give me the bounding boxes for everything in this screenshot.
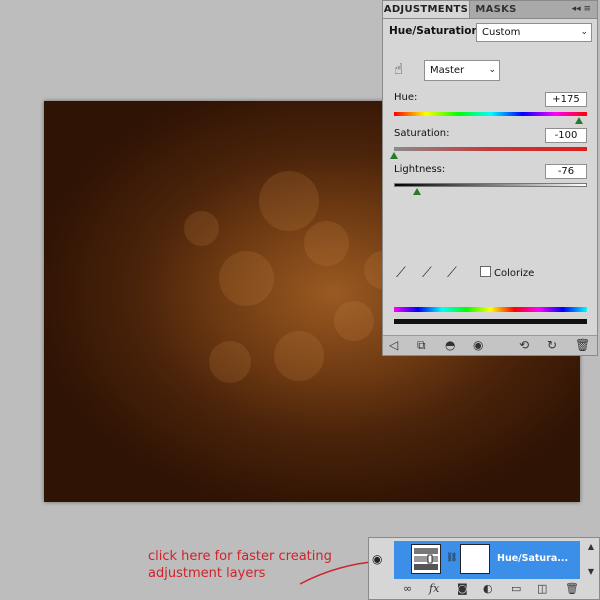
eyedropper-plus-icon[interactable]: ⟋ xyxy=(422,265,432,281)
eyedropper-icon[interactable]: ⟋ xyxy=(396,265,406,281)
lightness-value-input[interactable]: -76 xyxy=(545,164,587,179)
layers-panel: ◉ ⛓ Hue/Satura... ▲ ▼ ∞ fx ◙ ◐ ▭ ◫ 🗑 xyxy=(368,537,600,600)
adjustments-panel: ADJUSTMENTS MASKS ◂◂ ≡ Hue/Saturation Cu… xyxy=(382,0,598,356)
trash-icon[interactable]: 🗑 xyxy=(575,338,590,352)
chevron-down-icon: ⌄ xyxy=(580,27,588,37)
visibility-eye-icon[interactable]: ◉ xyxy=(473,338,483,352)
on-image-adjust-hand-icon[interactable]: ☝ xyxy=(394,60,403,78)
layers-bottom-toolbar: ∞ fx ◙ ◐ ▭ ◫ 🗑 xyxy=(369,580,599,599)
input-spectrum-bar xyxy=(394,307,587,312)
scroll-down-icon[interactable]: ▼ xyxy=(588,567,594,576)
layer-mask-thumbnail[interactable] xyxy=(460,544,490,574)
channel-select[interactable]: Master ⌄ xyxy=(424,60,500,81)
bokeh-light xyxy=(209,341,251,383)
bokeh-light xyxy=(259,171,319,231)
annotation-line-1: click here for faster creating xyxy=(148,549,332,564)
bokeh-light xyxy=(219,251,274,306)
delete-layer-icon[interactable]: 🗑 xyxy=(565,582,579,595)
bokeh-light xyxy=(184,211,219,246)
saturation-slider-track[interactable] xyxy=(394,147,587,151)
saturation-slider-thumb[interactable] xyxy=(390,152,398,159)
channel-value: Master xyxy=(430,65,465,76)
hue-value-input[interactable]: +175 xyxy=(545,92,587,107)
lightness-label: Lightness: xyxy=(394,164,446,175)
panel-tab-bar: ADJUSTMENTS MASKS ◂◂ ≡ xyxy=(383,1,597,19)
layer-visibility-eye-icon[interactable]: ◉ xyxy=(372,552,382,566)
lightness-slider-track[interactable] xyxy=(394,183,587,187)
bokeh-light xyxy=(304,221,349,266)
bokeh-light xyxy=(334,301,374,341)
checkbox-box xyxy=(480,266,491,277)
colorize-label: Colorize xyxy=(494,268,535,279)
scroll-up-icon[interactable]: ▲ xyxy=(588,542,594,551)
eyedropper-minus-icon[interactable]: ⟋ xyxy=(447,265,457,281)
reset-icon[interactable]: ↻ xyxy=(547,338,557,352)
fx-icon[interactable]: fx xyxy=(429,582,439,595)
colorize-checkbox[interactable]: Colorize xyxy=(480,266,534,279)
chevron-down-icon: ⌄ xyxy=(488,65,496,75)
preset-value: Custom xyxy=(482,27,521,38)
adjustment-layer-thumbnail xyxy=(411,544,441,574)
output-spectrum-bar xyxy=(394,319,587,324)
link-chain-icon[interactable]: ⛓ xyxy=(446,553,457,563)
layer-row-hue-saturation[interactable]: ⛓ Hue/Satura... xyxy=(394,541,580,579)
hue-slider-thumb[interactable] xyxy=(575,117,583,124)
bokeh-light xyxy=(274,331,324,381)
hue-label: Hue: xyxy=(394,92,418,103)
link-layers-icon[interactable]: ∞ xyxy=(403,582,412,595)
add-mask-icon[interactable]: ◙ xyxy=(457,582,468,595)
tab-masks[interactable]: MASKS xyxy=(471,1,521,18)
annotation-text: click here for faster creating adjustmen… xyxy=(148,548,332,582)
new-adjustment-layer-icon[interactable]: ◐ xyxy=(483,582,493,595)
view-previous-icon[interactable]: ⟲ xyxy=(519,338,529,352)
panel-menu-icon[interactable]: ◂◂ ≡ xyxy=(572,4,591,14)
lightness-slider-thumb[interactable] xyxy=(413,188,421,195)
tab-adjustments[interactable]: ADJUSTMENTS xyxy=(383,1,470,18)
annotation-line-2: adjustment layers xyxy=(148,566,266,581)
preset-select[interactable]: Custom ⌄ xyxy=(476,23,592,42)
expand-view-icon[interactable]: ⧉ xyxy=(417,338,426,353)
new-layer-icon[interactable]: ◫ xyxy=(537,582,547,595)
hue-saturation-icon xyxy=(414,548,438,570)
saturation-value-input[interactable]: -100 xyxy=(545,128,587,143)
hue-slider-track[interactable] xyxy=(394,112,587,116)
back-arrow-icon[interactable]: ◁ xyxy=(389,338,398,352)
saturation-label: Saturation: xyxy=(394,128,450,139)
new-group-icon[interactable]: ▭ xyxy=(511,582,521,595)
panel-title: Hue/Saturation xyxy=(389,25,479,37)
clip-layer-icon[interactable]: ◓ xyxy=(445,338,455,352)
adjustments-bottom-toolbar: ◁ ⧉ ◓ ◉ ⟲ ↻ 🗑 xyxy=(383,335,597,355)
layer-name[interactable]: Hue/Satura... xyxy=(497,553,568,564)
